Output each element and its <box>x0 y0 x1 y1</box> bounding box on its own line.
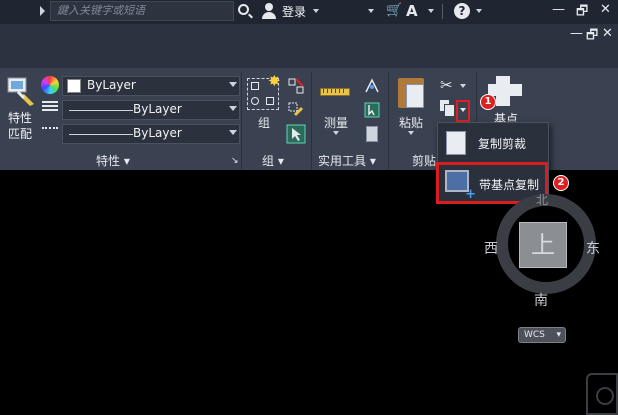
group-select-icon[interactable] <box>286 124 306 144</box>
color-value: ByLayer <box>87 78 136 92</box>
doc-minimize-button[interactable]: — <box>570 26 583 41</box>
search-input[interactable]: 鍵入关键字或短语 <box>50 1 234 21</box>
doc-restore-button[interactable]: 🗗 <box>586 26 598 48</box>
linetype-icon <box>42 101 58 114</box>
measure-caret-icon[interactable] <box>333 131 339 135</box>
minimize-button[interactable]: — <box>552 2 565 17</box>
panel-divider <box>311 72 312 170</box>
copy-dropdown-button[interactable] <box>456 100 470 122</box>
ucs-dropdown[interactable]: WCS ▾ <box>518 327 566 343</box>
color-wheel-icon[interactable] <box>41 76 59 94</box>
annotation-badge-2: 2 <box>553 175 569 191</box>
doc-close-button[interactable]: ✕ <box>602 26 613 41</box>
cart-icon[interactable]: 🛒 <box>386 3 402 18</box>
match-properties-label[interactable]: 特性 匹配 <box>8 110 32 142</box>
paste-caret-icon[interactable] <box>408 131 414 135</box>
linetype-dropdown[interactable]: ByLayer <box>62 100 240 120</box>
group-edit-icon[interactable] <box>288 102 304 118</box>
annotation-badge-1: 1 <box>480 94 496 110</box>
paste-icon[interactable] <box>398 78 424 108</box>
properties-panel-label[interactable]: 特性 ▾ <box>96 152 130 169</box>
groups-panel-label[interactable]: 组 ▾ <box>262 152 284 169</box>
paste-label[interactable]: 粘贴 <box>399 114 423 131</box>
calculator-icon[interactable] <box>366 126 378 142</box>
clipboard-panel-label[interactable]: 剪贴 <box>412 152 436 169</box>
autodesk-caret-icon[interactable] <box>428 9 434 13</box>
quick-select-icon[interactable] <box>364 102 380 118</box>
panel-divider <box>388 72 389 170</box>
copy-base-point-icon <box>445 170 476 202</box>
measure-label[interactable]: 测量 <box>324 114 348 131</box>
autodesk-icon[interactable]: A <box>406 2 418 20</box>
compass-east[interactable]: 东 <box>586 238 600 258</box>
cut-icon[interactable]: ✂ <box>440 76 453 94</box>
viewcube-top-face[interactable]: 上 <box>519 222 567 268</box>
restore-button[interactable]: 🗗 <box>576 2 588 24</box>
lineweight-value: ByLayer <box>133 126 182 140</box>
compass-south[interactable]: 南 <box>534 290 548 310</box>
color-dropdown[interactable]: ByLayer <box>62 76 240 96</box>
lineweight-icon <box>42 127 58 140</box>
help-caret-icon[interactable] <box>476 9 482 13</box>
compass-west[interactable]: 西 <box>484 238 498 258</box>
linetype-preview <box>69 110 133 111</box>
navigation-icon[interactable] <box>586 373 618 415</box>
lineweight-preview <box>69 134 133 135</box>
exchange-caret-icon[interactable] <box>368 9 374 13</box>
document-bar: — 🗗 ✕ <box>0 24 618 68</box>
copy-dropdown-menu: 复制剪裁 带基点复制 <box>436 122 549 204</box>
utilities-panel-label[interactable]: 实用工具 ▾ <box>318 152 376 169</box>
chevron-down-icon: ▾ <box>556 330 561 340</box>
chevron-down-icon <box>229 106 237 111</box>
match-properties-icon[interactable] <box>6 76 38 108</box>
title-bar: 鍵入关键字或短语 登录 🛒 A ? — 🗗 ✕ <box>0 0 618 24</box>
linetype-value: ByLayer <box>133 102 182 116</box>
copy-icon[interactable] <box>440 100 455 117</box>
ungroup-icon[interactable] <box>288 78 304 94</box>
search-icon[interactable] <box>238 4 249 15</box>
id-point-icon[interactable] <box>364 78 380 94</box>
menu-item-label: 带基点复制 <box>479 178 540 192</box>
menu-item-label: 复制剪裁 <box>478 137 527 151</box>
chevron-down-icon <box>229 130 237 135</box>
properties-launcher-icon[interactable]: ↘ <box>231 156 239 166</box>
quick-access-arrow-icon[interactable] <box>40 6 45 16</box>
cut-caret-icon[interactable] <box>460 84 466 88</box>
lineweight-dropdown[interactable]: ByLayer <box>62 124 240 144</box>
group-label[interactable]: 组 <box>258 114 270 131</box>
login-link[interactable]: 登录 <box>282 3 306 20</box>
help-icon[interactable]: ? <box>454 3 470 19</box>
user-icon[interactable] <box>262 3 276 19</box>
color-swatch <box>67 79 81 93</box>
login-caret-icon[interactable] <box>313 9 319 13</box>
close-button[interactable]: ✕ <box>600 2 611 17</box>
compass-north[interactable]: 北 <box>536 191 548 208</box>
copy-clip-icon <box>441 128 466 155</box>
titlebar-divider <box>442 4 443 19</box>
measure-icon[interactable] <box>320 88 350 96</box>
ucs-label: WCS <box>524 330 545 340</box>
menu-item-copy-clip[interactable]: 复制剪裁 <box>438 125 548 161</box>
spark-icon: ✸ <box>268 72 281 90</box>
chevron-down-icon <box>229 82 237 87</box>
panel-divider <box>241 72 242 170</box>
